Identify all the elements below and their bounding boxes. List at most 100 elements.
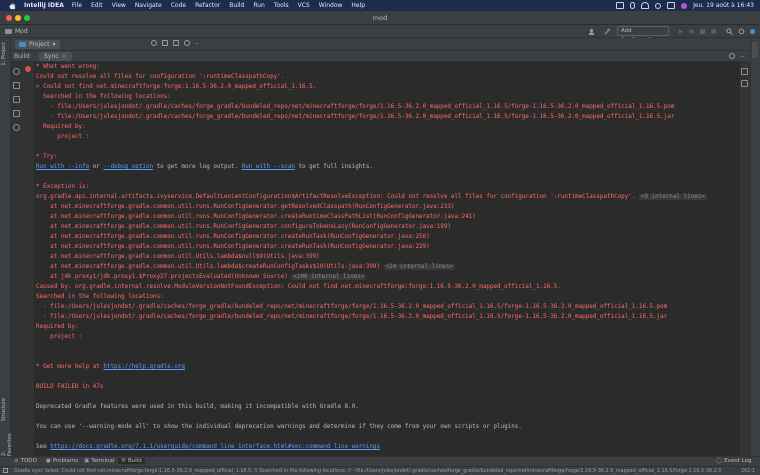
menu-window[interactable]: Window bbox=[319, 2, 343, 9]
hide-panel-icon[interactable]: – bbox=[741, 53, 745, 60]
tab-build-label: Build bbox=[127, 458, 142, 464]
status-toggle-icon[interactable] bbox=[3, 468, 8, 473]
console-link[interactable]: https://help.gradle.org bbox=[103, 364, 185, 370]
gear-icon[interactable] bbox=[184, 40, 190, 46]
zoom-window-button[interactable] bbox=[24, 15, 30, 21]
console-line: project : bbox=[34, 332, 740, 342]
close-window-button[interactable] bbox=[6, 15, 12, 21]
settings-icon[interactable] bbox=[738, 28, 745, 35]
editor-header-area bbox=[201, 38, 750, 50]
close-tab-icon[interactable]: × bbox=[62, 53, 67, 60]
minimize-window-button[interactable] bbox=[15, 15, 21, 21]
pin-icon[interactable] bbox=[13, 110, 20, 117]
console-text: at net.minecraftforge.gradle.common.util… bbox=[36, 234, 430, 240]
search-icon[interactable] bbox=[655, 2, 662, 9]
debug-icon[interactable] bbox=[688, 28, 695, 35]
plugin-icon[interactable] bbox=[749, 28, 756, 35]
error-icon[interactable] bbox=[25, 66, 31, 72]
console-line: at net.minecraftforge.gradle.common.util… bbox=[34, 232, 740, 242]
hammer-icon[interactable] bbox=[604, 28, 611, 35]
menu-file[interactable]: File bbox=[72, 2, 82, 9]
console-line: at jdk.proxy1/jdk.proxy1.$Proxy27.projec… bbox=[34, 272, 740, 282]
menubar-status-icon[interactable] bbox=[616, 2, 625, 9]
expand-all-icon[interactable] bbox=[173, 40, 179, 46]
console-line: * Exception is: bbox=[34, 182, 740, 192]
menu-refactor[interactable]: Refactor bbox=[195, 2, 220, 9]
project-view-selector[interactable]: Project ▾ bbox=[15, 39, 60, 49]
stop-icon[interactable] bbox=[13, 82, 20, 89]
wifi-icon[interactable] bbox=[641, 2, 650, 9]
menu-navigate[interactable]: Navigate bbox=[135, 2, 162, 9]
build-console-output[interactable]: * What went wrong: Could not resolve all … bbox=[34, 62, 740, 456]
folded-lines[interactable]: <106 internal lines> bbox=[291, 274, 367, 280]
console-line: - file:/Users/julesjondot/.gradle/caches… bbox=[34, 112, 740, 122]
console-text: - file:/Users/julesjondot/.gradle/caches… bbox=[36, 314, 668, 320]
project-tool-button[interactable]: 1: Project bbox=[1, 42, 7, 66]
console-text: Could not resolve all files for configur… bbox=[36, 74, 285, 80]
event-log-button[interactable]: ◯ Event Log bbox=[716, 458, 751, 464]
toggle-view-icon[interactable] bbox=[13, 96, 20, 103]
tab-problems[interactable]: ● Problems bbox=[46, 458, 78, 464]
control-center-icon[interactable] bbox=[667, 2, 676, 9]
app-menu-intellij[interactable]: IntelliJ IDEA bbox=[24, 2, 64, 9]
tab-terminal[interactable]: ▣ Terminal bbox=[84, 458, 114, 464]
tab-build[interactable]: ⚒ Build bbox=[118, 458, 145, 464]
gradle-tool-button[interactable] bbox=[752, 42, 758, 58]
filter-icon[interactable] bbox=[13, 124, 20, 131]
user-icon[interactable] bbox=[588, 28, 595, 35]
terminal-icon: ▣ bbox=[84, 458, 90, 464]
add-configuration-button[interactable]: Add Configuration... bbox=[617, 26, 669, 43]
coverage-icon[interactable] bbox=[699, 28, 706, 35]
console-line: - file:/Users/julesjondot/.gradle/caches… bbox=[34, 312, 740, 322]
menu-vcs[interactable]: VCS bbox=[298, 2, 310, 9]
run-icon[interactable] bbox=[677, 28, 684, 35]
tab-sync[interactable]: Sync × bbox=[39, 51, 72, 61]
scroll-to-end-icon[interactable] bbox=[741, 80, 748, 87]
refresh-icon[interactable] bbox=[13, 68, 20, 75]
status-message[interactable]: Gradle sync failed: Could not find net.m… bbox=[14, 467, 722, 475]
menu-edit[interactable]: Edit bbox=[91, 2, 103, 9]
bluetooth-icon[interactable] bbox=[630, 2, 636, 9]
console-line: Caused by: org.gradle.internal.resolve.M… bbox=[34, 282, 740, 292]
console-link[interactable]: Run with --info bbox=[36, 164, 89, 170]
structure-tool-button[interactable]: Structure bbox=[1, 398, 7, 421]
gear-icon[interactable] bbox=[728, 53, 735, 59]
console-text: org.gradle.api.internal.artifacts.ivyser… bbox=[36, 194, 639, 200]
menu-code[interactable]: Code bbox=[171, 2, 186, 9]
caret-position[interactable]: 262:1 bbox=[741, 467, 755, 475]
project-name[interactable]: Mod bbox=[15, 28, 28, 35]
tab-todo[interactable]: ≡ TODO bbox=[14, 458, 37, 464]
console-line: * Try: bbox=[34, 152, 740, 162]
console-text: at net.minecraftforge.gradle.common.util… bbox=[36, 244, 430, 250]
menu-build[interactable]: Build bbox=[229, 2, 244, 9]
folded-lines[interactable]: <24 internal lines> bbox=[383, 264, 455, 270]
console-link[interactable]: Run with --scan bbox=[242, 164, 295, 170]
menu-help[interactable]: Help bbox=[351, 2, 365, 9]
soft-wrap-icon[interactable] bbox=[741, 68, 748, 75]
menu-tools[interactable]: Tools bbox=[274, 2, 289, 9]
navigation-bar: Mod Add Configuration... bbox=[0, 25, 760, 43]
console-line: org.gradle.api.internal.artifacts.ivyser… bbox=[34, 192, 740, 202]
collapse-all-icon[interactable] bbox=[162, 40, 168, 46]
menu-run[interactable]: Run bbox=[253, 2, 265, 9]
console-link[interactable]: --debug option bbox=[103, 164, 153, 170]
console-text: Searched in the following locations: bbox=[36, 294, 164, 300]
hide-icon[interactable]: – bbox=[195, 40, 199, 47]
project-label[interactable]: Project bbox=[29, 41, 50, 48]
search-everywhere-icon[interactable] bbox=[726, 28, 733, 35]
siri-icon[interactable] bbox=[681, 2, 688, 9]
console-text: at net.minecraftforge.gradle.common.util… bbox=[36, 214, 476, 220]
build-panel-label: Build: bbox=[14, 52, 32, 60]
stop-icon[interactable] bbox=[710, 28, 717, 35]
right-tool-strip bbox=[750, 38, 760, 456]
locate-icon[interactable] bbox=[151, 40, 157, 46]
breadcrumb[interactable]: Mod bbox=[5, 28, 28, 35]
console-link[interactable]: https://docs.gradle.org/7.1.1/userguide/… bbox=[50, 444, 380, 450]
clock[interactable]: Jeu. 19 août à 16:43 bbox=[693, 2, 754, 9]
folded-lines[interactable]: <8 internal lines> bbox=[638, 194, 707, 200]
menu-view[interactable]: View bbox=[112, 2, 126, 9]
apple-icon[interactable] bbox=[8, 2, 16, 10]
